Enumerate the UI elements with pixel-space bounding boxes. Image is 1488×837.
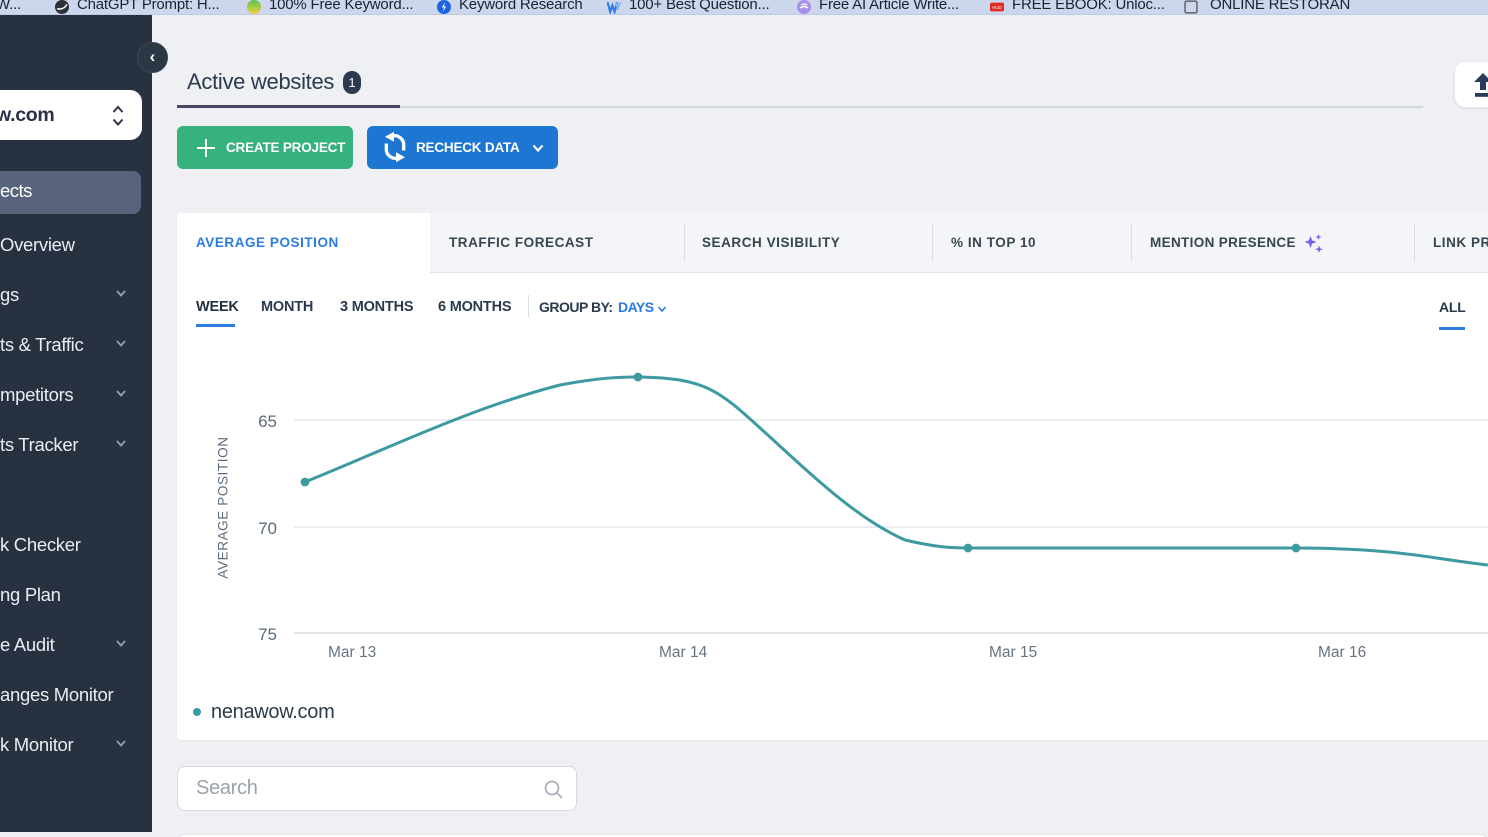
svg-text:HUD: HUD xyxy=(992,5,1001,10)
